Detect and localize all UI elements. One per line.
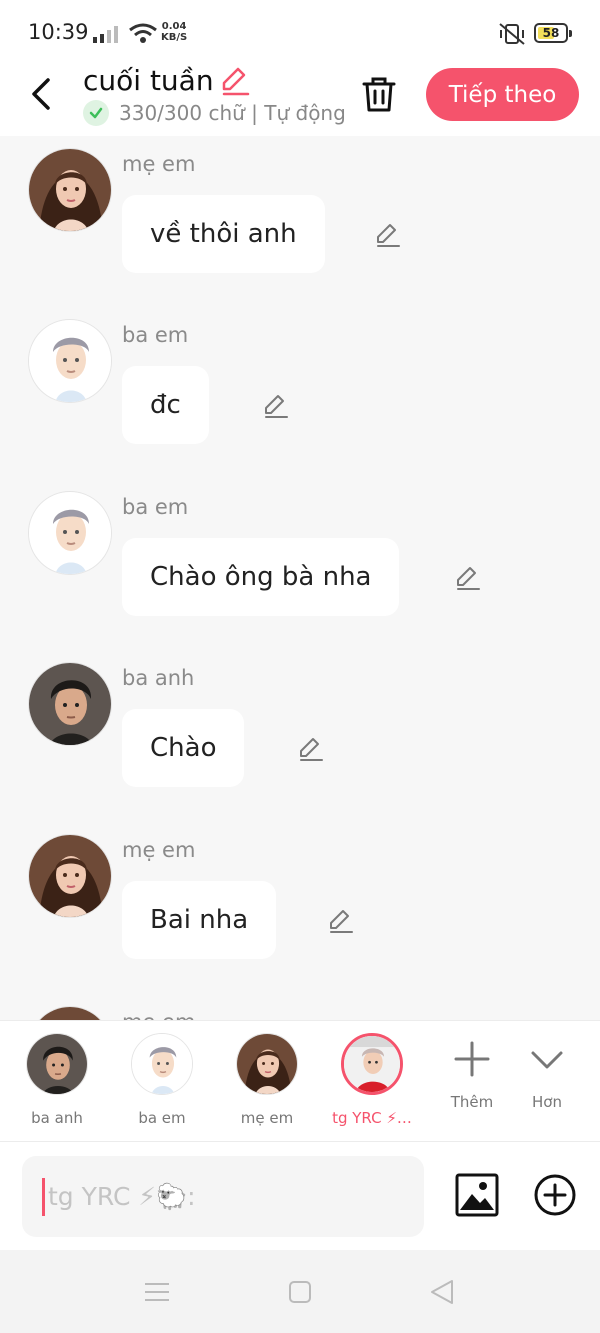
more-button[interactable]: Hơn bbox=[517, 1039, 577, 1111]
avatar[interactable] bbox=[28, 834, 112, 918]
avatar bbox=[131, 1033, 193, 1095]
avatar bbox=[236, 1033, 298, 1095]
network-speed-unit: KB/S bbox=[161, 32, 188, 43]
nav-back-icon[interactable] bbox=[428, 1278, 456, 1306]
message-item: mẹ em về thôi anh bbox=[0, 136, 600, 308]
edit-title-icon[interactable] bbox=[218, 65, 250, 97]
character-ba-em[interactable]: ba em bbox=[117, 1033, 207, 1127]
character-me-em[interactable]: mẹ em bbox=[222, 1033, 312, 1127]
edit-message-icon[interactable] bbox=[372, 220, 402, 250]
next-button[interactable]: Tiếp theo bbox=[426, 68, 579, 121]
avatar bbox=[341, 1033, 403, 1095]
recent-apps-icon[interactable] bbox=[143, 1280, 171, 1304]
word-count: 330/300 chữ | Tự động bbox=[119, 101, 346, 125]
message-bubble[interactable]: Chào ông bà nha bbox=[122, 538, 400, 616]
add-character-button[interactable]: Thêm bbox=[442, 1039, 502, 1111]
message-item: mẹ em Bai nha bbox=[0, 822, 600, 994]
chevron-down-icon bbox=[531, 1051, 563, 1069]
sender-name: ba em bbox=[122, 495, 189, 519]
battery-icon: 58 bbox=[534, 23, 572, 43]
sender-name: mẹ em bbox=[122, 152, 196, 176]
input-placeholder: tg YRC ⚡🐑: bbox=[48, 1182, 196, 1211]
chat-list[interactable]: mẹ em về thôi anh ba em đc ba em Chào ôn… bbox=[0, 136, 600, 1020]
vibrate-mute-icon bbox=[499, 23, 525, 45]
more-label: Hơn bbox=[532, 1093, 562, 1111]
header: cuối tuần 330/300 chữ | Tự động Tiếp the… bbox=[0, 60, 600, 136]
character-tg-yrc[interactable]: tg YRC ⚡… bbox=[327, 1033, 417, 1127]
avatar bbox=[26, 1033, 88, 1095]
message-bubble[interactable]: đc bbox=[122, 366, 209, 444]
message-input[interactable]: tg YRC ⚡🐑: bbox=[22, 1156, 424, 1237]
edit-message-icon[interactable] bbox=[452, 563, 482, 593]
sender-name: mẹ em bbox=[122, 838, 196, 862]
wifi-icon bbox=[129, 23, 157, 43]
avatar[interactable] bbox=[28, 148, 112, 232]
character-bar: ba anh ba em mẹ em tg YRC ⚡… Thêm Hơn bbox=[0, 1020, 600, 1142]
status-bar: 10:39 0.04 KB/S 58 bbox=[0, 0, 600, 60]
character-label: mẹ em bbox=[240, 1109, 294, 1127]
subtitle-row: 330/300 chữ | Tự động bbox=[83, 100, 346, 126]
network-speed: 0.04 KB/S bbox=[161, 21, 187, 43]
message-item: ba em đc bbox=[0, 307, 600, 479]
avatar[interactable] bbox=[28, 1006, 112, 1020]
character-label: ba em bbox=[138, 1109, 186, 1127]
page-title: cuối tuần bbox=[83, 64, 214, 97]
title-row: cuối tuần bbox=[83, 64, 250, 97]
sender-name: mẹ em bbox=[122, 1010, 195, 1020]
avatar[interactable] bbox=[28, 662, 112, 746]
add-label: Thêm bbox=[450, 1093, 494, 1111]
home-icon[interactable] bbox=[288, 1280, 312, 1304]
edit-message-icon[interactable] bbox=[260, 391, 290, 421]
trash-icon[interactable] bbox=[360, 74, 398, 114]
avatar[interactable] bbox=[28, 319, 112, 403]
network-speed-value: 0.04 bbox=[161, 21, 187, 32]
avatar[interactable] bbox=[28, 491, 112, 575]
status-time: 10:39 bbox=[28, 20, 89, 44]
message-bubble[interactable]: về thôi anh bbox=[122, 195, 325, 273]
image-icon[interactable] bbox=[454, 1172, 500, 1218]
back-arrow-icon[interactable] bbox=[22, 72, 62, 116]
sender-name: ba anh bbox=[122, 666, 195, 690]
system-nav-bar bbox=[0, 1250, 600, 1333]
input-area: tg YRC ⚡🐑: bbox=[0, 1142, 600, 1250]
edit-message-icon[interactable] bbox=[295, 734, 325, 764]
message-bubble[interactable]: Bai nha bbox=[122, 881, 277, 959]
check-circle-icon bbox=[83, 100, 109, 126]
character-ba-anh[interactable]: ba anh bbox=[12, 1033, 102, 1127]
edit-message-icon[interactable] bbox=[325, 906, 355, 936]
message-item: ba em Chào ông bà nha bbox=[0, 479, 600, 651]
text-caret bbox=[42, 1178, 45, 1216]
message-item: mẹ em bbox=[0, 994, 600, 1020]
plus-icon bbox=[454, 1041, 490, 1077]
character-label: ba anh bbox=[31, 1109, 83, 1127]
character-label: tg YRC ⚡… bbox=[332, 1109, 412, 1127]
sender-name: ba em bbox=[122, 323, 189, 347]
signal-icon bbox=[93, 26, 118, 43]
message-bubble[interactable]: Chào bbox=[122, 709, 245, 787]
message-item: ba anh Chào bbox=[0, 650, 600, 822]
battery-level: 58 bbox=[542, 26, 560, 40]
add-circle-icon[interactable] bbox=[533, 1173, 577, 1217]
